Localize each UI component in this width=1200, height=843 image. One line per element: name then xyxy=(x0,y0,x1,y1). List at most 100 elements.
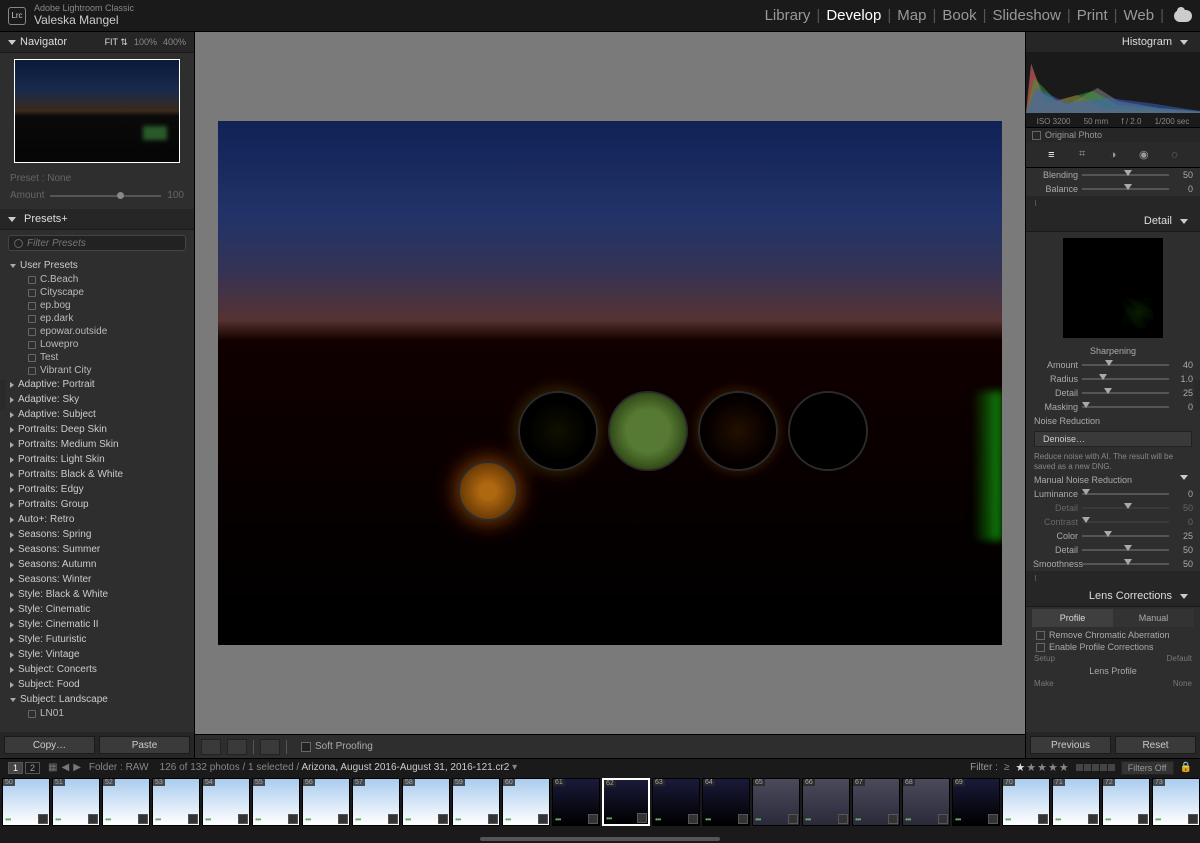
filmstrip-thumb[interactable]: 52••• xyxy=(102,778,150,826)
original-photo-toggle[interactable]: Original Photo xyxy=(1026,128,1200,142)
lens-setup-dropdown[interactable]: SetupDefault xyxy=(1026,653,1200,664)
preset-search-input[interactable] xyxy=(27,238,180,249)
soft-proofing-toggle[interactable]: Soft Proofing xyxy=(301,741,373,752)
histogram[interactable]: ISO 3200 50 mm f / 2.0 1/200 sec xyxy=(1026,53,1200,128)
detail-preview[interactable] xyxy=(1063,238,1163,338)
module-slideshow[interactable]: Slideshow xyxy=(992,7,1060,24)
denoise-button[interactable]: Denoise… xyxy=(1034,431,1192,447)
right-panel-grip[interactable] xyxy=(1194,380,1200,410)
preset-search[interactable] xyxy=(8,235,186,251)
filmstrip-thumb[interactable]: 50••• xyxy=(2,778,50,826)
preset-group[interactable]: Adaptive: Portrait xyxy=(0,377,194,392)
preset-item[interactable]: C.Beach xyxy=(0,273,194,286)
preset-item[interactable]: Vibrant City xyxy=(0,364,194,377)
preset-group[interactable]: Subject: Concerts xyxy=(0,662,194,677)
module-library[interactable]: Library xyxy=(765,7,811,24)
balance-slider[interactable]: Balance0 xyxy=(1026,182,1200,196)
filmstrip-thumb[interactable]: 59••• xyxy=(452,778,500,826)
filmstrip-thumb[interactable]: 65••• xyxy=(752,778,800,826)
before-after-button[interactable] xyxy=(227,739,247,755)
panel-switch-icon[interactable]: ⏽ xyxy=(1032,198,1039,209)
preset-item[interactable]: LN01 xyxy=(0,707,194,720)
preset-group[interactable]: Subject: Food xyxy=(0,677,194,692)
grid-view-icon[interactable]: ▦ xyxy=(48,762,57,773)
preset-group[interactable]: Seasons: Summer xyxy=(0,542,194,557)
loupe-view-button[interactable] xyxy=(201,739,221,755)
preset-group[interactable]: Auto+: Retro xyxy=(0,512,194,527)
preset-group[interactable]: Style: Cinematic xyxy=(0,602,194,617)
crop-icon[interactable]: ⌗ xyxy=(1074,147,1090,163)
zoom-options[interactable]: FIT ⇅100%400% xyxy=(105,37,186,48)
module-book[interactable]: Book xyxy=(942,7,976,24)
filmstrip-thumb[interactable]: 56••• xyxy=(302,778,350,826)
add-preset-icon[interactable]: + xyxy=(61,213,67,225)
preset-group[interactable]: Portraits: Black & White xyxy=(0,467,194,482)
color-smoothness-slider[interactable]: Smoothness50 xyxy=(1026,557,1200,571)
navigator-thumbnail[interactable] xyxy=(14,59,180,163)
cloud-sync-icon[interactable] xyxy=(1174,10,1192,22)
preset-group[interactable]: Style: Black & White xyxy=(0,587,194,602)
preset-group[interactable]: Portraits: Edgy xyxy=(0,482,194,497)
filmstrip-thumb[interactable]: 53••• xyxy=(152,778,200,826)
preset-group[interactable]: Seasons: Autumn xyxy=(0,557,194,572)
color-detail-slider[interactable]: Detail50 xyxy=(1026,543,1200,557)
nav-fwd-icon[interactable]: ▶ xyxy=(73,762,81,773)
preset-item[interactable]: Test xyxy=(0,351,194,364)
preset-group[interactable]: Style: Cinematic II xyxy=(0,617,194,632)
histogram-header[interactable]: Histogram xyxy=(1026,32,1200,53)
filmstrip-thumb[interactable]: 60••• xyxy=(502,778,550,826)
preset-item[interactable]: epowar.outside xyxy=(0,325,194,338)
preset-group[interactable]: Portraits: Deep Skin xyxy=(0,422,194,437)
compare-button[interactable] xyxy=(260,739,280,755)
filmstrip-scrollbar[interactable] xyxy=(0,836,1200,843)
module-develop[interactable]: Develop xyxy=(826,7,881,24)
filmstrip-thumb[interactable]: 62••• xyxy=(602,778,650,826)
preset-group[interactable]: Portraits: Group xyxy=(0,497,194,512)
nav-back-icon[interactable]: ◀ xyxy=(61,762,69,773)
manual-nr-header[interactable]: Manual Noise Reduction xyxy=(1026,473,1200,487)
copy-button[interactable]: Copy… xyxy=(4,736,95,754)
mask-icon[interactable]: ◌ xyxy=(1167,147,1183,163)
sharpen-amount-slider[interactable]: Amount40 xyxy=(1026,358,1200,372)
source-path[interactable]: Folder : RAW 126 of 132 photos / 1 selec… xyxy=(89,762,517,773)
color-nr-slider[interactable]: Color25 xyxy=(1026,529,1200,543)
filmstrip-thumb[interactable]: 66••• xyxy=(802,778,850,826)
preset-group[interactable]: Portraits: Medium Skin xyxy=(0,437,194,452)
reset-button[interactable]: Reset xyxy=(1115,736,1196,754)
filmstrip-thumb[interactable]: 69••• xyxy=(952,778,1000,826)
sharpen-masking-slider[interactable]: Masking0 xyxy=(1026,400,1200,414)
preset-item[interactable]: Lowepro xyxy=(0,338,194,351)
edit-sliders-icon[interactable]: ≡ xyxy=(1043,147,1059,163)
filmstrip-thumb[interactable]: 67••• xyxy=(852,778,900,826)
filmstrip-thumb[interactable]: 58••• xyxy=(402,778,450,826)
color-filter[interactable] xyxy=(1076,764,1115,771)
preset-group[interactable]: Subject: Landscape xyxy=(0,692,194,707)
filmstrip-thumb[interactable]: 71••• xyxy=(1052,778,1100,826)
detail-header[interactable]: Detail xyxy=(1026,211,1200,232)
filmstrip-thumb[interactable]: 57••• xyxy=(352,778,400,826)
blending-slider[interactable]: Blending50 xyxy=(1026,168,1200,182)
flag-filter-icon[interactable]: ≥ xyxy=(1004,762,1010,773)
loupe-image[interactable] xyxy=(218,121,1002,645)
filmstrip-thumb[interactable]: 70••• xyxy=(1002,778,1050,826)
preset-group[interactable]: Style: Vintage xyxy=(0,647,194,662)
sharpen-radius-slider[interactable]: Radius1.0 xyxy=(1026,372,1200,386)
lens-make-dropdown[interactable]: MakeNone xyxy=(1026,678,1200,689)
filmstrip-thumb[interactable]: 73••• xyxy=(1152,778,1200,826)
heal-icon[interactable]: ◑ xyxy=(1105,147,1121,163)
rating-filter[interactable]: ★★★★★ xyxy=(1015,761,1069,774)
filmstrip-thumb[interactable]: 72••• xyxy=(1102,778,1150,826)
previous-button[interactable]: Previous xyxy=(1030,736,1111,754)
module-web[interactable]: Web xyxy=(1124,7,1155,24)
preset-item[interactable]: Cityscape xyxy=(0,286,194,299)
sharpen-detail-slider[interactable]: Detail25 xyxy=(1026,386,1200,400)
paste-button[interactable]: Paste xyxy=(99,736,190,754)
navigator-header[interactable]: Navigator FIT ⇅100%400% xyxy=(0,32,194,53)
preset-group[interactable]: Portraits: Light Skin xyxy=(0,452,194,467)
filmstrip-thumb[interactable]: 54••• xyxy=(202,778,250,826)
tab-profile[interactable]: Profile xyxy=(1032,609,1113,627)
window-pages[interactable]: 1 2 xyxy=(8,762,40,774)
remove-ca-check[interactable]: Remove Chromatic Aberration xyxy=(1026,629,1200,641)
tab-manual[interactable]: Manual xyxy=(1113,609,1194,627)
lens-header[interactable]: Lens Corrections xyxy=(1026,586,1200,607)
